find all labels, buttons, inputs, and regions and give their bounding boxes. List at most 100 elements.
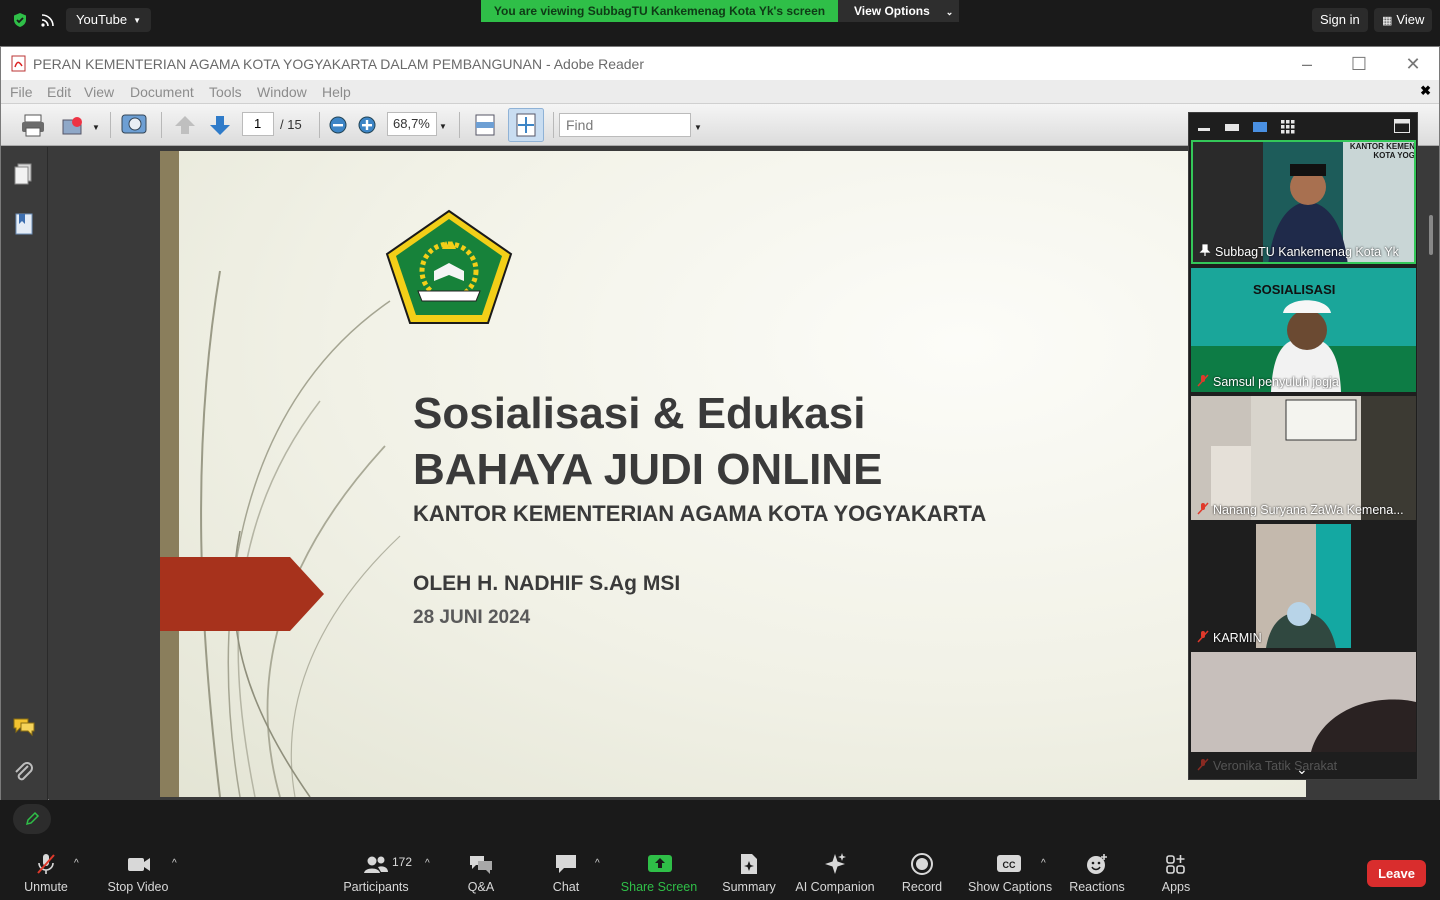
vertical-scrollbar[interactable] — [1425, 147, 1439, 800]
participant-tile[interactable]: Veronika Tatik Sarakat — [1191, 652, 1416, 776]
menu-window[interactable]: Window — [257, 84, 307, 100]
show-captions-button[interactable]: CC Show Captions — [968, 850, 1053, 894]
pdf-file-icon — [11, 55, 26, 72]
stop-video-button[interactable]: Stop Video — [104, 850, 172, 894]
print-icon[interactable] — [19, 112, 47, 138]
chat-caret-icon[interactable]: ^ — [595, 858, 600, 869]
popout-icon[interactable] — [1394, 119, 1410, 133]
comments-icon[interactable] — [12, 714, 36, 738]
zoom-in-icon[interactable] — [357, 112, 377, 138]
previous-page-icon[interactable] — [171, 112, 199, 138]
collaborate-icon[interactable] — [119, 112, 151, 138]
zoom-out-icon[interactable] — [328, 112, 348, 138]
record-button[interactable]: Record — [898, 850, 946, 894]
minimize-button[interactable]: – — [1292, 52, 1322, 76]
chevron-down-icon: ⌄ — [945, 7, 954, 17]
attachment-paperclip-icon[interactable] — [12, 760, 36, 784]
next-page-icon[interactable] — [206, 112, 234, 138]
closed-captions-icon: CC — [997, 855, 1021, 872]
share-send-icon[interactable] — [61, 112, 87, 138]
window-titlebar: PERAN KEMENTERIAN AGAMA KOTA YOGYAKARTA … — [1, 47, 1439, 80]
apps-grid-icon — [1166, 855, 1185, 874]
menu-edit[interactable]: Edit — [47, 84, 71, 100]
apps-button[interactable]: Apps — [1156, 850, 1196, 894]
bookmarks-panel-icon[interactable] — [12, 212, 36, 236]
unmute-button[interactable]: Unmute — [16, 850, 76, 894]
minimize-strip-icon[interactable] — [1198, 128, 1210, 131]
caret-down-icon[interactable]: ▼ — [92, 123, 100, 132]
chat-button[interactable]: Chat — [543, 850, 589, 894]
share-screen-button[interactable]: Share Screen — [620, 850, 698, 894]
menu-tools[interactable]: Tools — [209, 84, 242, 100]
page-total: / 15 — [280, 117, 302, 132]
svg-text:CC: CC — [1003, 860, 1016, 870]
participant-video-strip: KANTOR KEMEN KOTA YOG SubbagTU Kankemena… — [1188, 112, 1418, 780]
view-options-button[interactable]: View Options ⌄ — [838, 0, 959, 22]
reactions-button[interactable]: Reactions — [1068, 850, 1126, 894]
menu-help[interactable]: Help — [322, 84, 351, 100]
toolbar-divider — [459, 112, 460, 138]
slide-author: OLEH H. NADHIF S.Ag MSI — [413, 572, 681, 595]
close-window-button[interactable]: ✕ — [1398, 52, 1428, 76]
slide-title-line1: Sosialisasi & Edukasi — [413, 389, 866, 438]
participants-caret-icon[interactable]: ^ — [425, 858, 430, 869]
participant-tile[interactable]: KARMIN — [1191, 524, 1416, 648]
show-captions-label: Show Captions — [968, 880, 1053, 894]
zoom-level-input[interactable]: 68,7% — [387, 112, 437, 136]
participant-video — [1191, 652, 1416, 776]
zoom-dropdown-icon[interactable]: ▼ — [439, 122, 447, 131]
tile-overlay-title: SOSIALISASI — [1253, 282, 1336, 297]
audio-options-caret-icon[interactable]: ^ — [74, 858, 79, 869]
view-button[interactable]: ▦ View — [1374, 8, 1433, 32]
captions-caret-icon[interactable]: ^ — [1041, 858, 1046, 869]
share-screen-label: Share Screen — [620, 880, 698, 894]
qa-button[interactable]: Q&A — [458, 850, 504, 894]
annotate-button[interactable] — [13, 804, 51, 834]
sign-in-button[interactable]: Sign in — [1312, 8, 1368, 32]
find-input[interactable]: Find — [559, 113, 691, 137]
shield-check-icon[interactable] — [12, 12, 28, 28]
navigation-rail — [1, 147, 48, 800]
participant-tile[interactable]: SOSIALISASI Samsul penyuluh jogja — [1191, 268, 1416, 392]
zoom-control-bar: Unmute ^ Stop Video ^ Participants 172 ^… — [0, 800, 1440, 900]
ai-sparkle-icon — [825, 853, 846, 874]
menu-view[interactable]: View — [84, 84, 114, 100]
leave-button[interactable]: Leave — [1367, 860, 1426, 887]
signal-icon[interactable] — [40, 12, 56, 28]
fit-width-icon[interactable] — [471, 112, 499, 138]
summary-button[interactable]: Summary — [718, 850, 780, 894]
muted-mic-icon — [37, 854, 55, 874]
speaker-view-icon[interactable] — [1253, 122, 1267, 132]
participant-name: Samsul penyuluh jogja — [1213, 375, 1339, 389]
tile-banner-text: KANTOR KEMEN KOTA YOG — [1349, 142, 1415, 160]
unmute-label: Unmute — [24, 880, 68, 894]
qa-chat-bubbles-icon — [470, 856, 492, 874]
pages-panel-icon[interactable] — [12, 162, 36, 186]
toolbar-divider — [553, 112, 554, 138]
participant-tile[interactable]: KANTOR KEMEN KOTA YOG SubbagTU Kankemena… — [1191, 140, 1416, 264]
maximize-button[interactable]: ☐ — [1344, 52, 1374, 76]
menu-document[interactable]: Document — [130, 84, 194, 100]
page-number-input[interactable]: 1 — [242, 112, 274, 136]
fit-page-icon[interactable] — [508, 108, 544, 142]
summary-label: Summary — [722, 880, 776, 894]
slide-subtitle: KANTOR KEMENTERIAN AGAMA KOTA YOGYAKARTA — [413, 501, 987, 526]
video-options-caret-icon[interactable]: ^ — [172, 858, 177, 869]
gallery-view-icon[interactable] — [1281, 120, 1295, 134]
chat-label: Chat — [552, 880, 580, 894]
app-tab-dropdown[interactable]: YouTube ▼ — [66, 8, 152, 32]
presentation-slide: Sosialisasi & Edukasi BAHAYA JUDI ONLINE… — [160, 151, 1306, 797]
hide-video-icon[interactable] — [1225, 124, 1239, 131]
grid-icon: ▦ — [1382, 15, 1393, 27]
menu-file[interactable]: File — [10, 84, 33, 100]
scrollbar-thumb[interactable] — [1429, 215, 1433, 255]
participant-tile[interactable]: Nanang Suryana ZaWa Kemena... — [1191, 396, 1416, 520]
close-document-icon[interactable]: ✖ — [1420, 83, 1431, 99]
window-title: PERAN KEMENTERIAN AGAMA KOTA YOGYAKARTA … — [33, 56, 645, 72]
slide-title-line2: BAHAYA JUDI ONLINE — [413, 445, 883, 494]
scroll-down-chevron-icon[interactable]: ⌄ — [1296, 761, 1308, 778]
caret-down-icon: ▼ — [133, 15, 142, 25]
find-dropdown-icon[interactable]: ▼ — [694, 123, 702, 132]
chat-bubble-icon — [556, 855, 576, 873]
ai-companion-button[interactable]: AI Companion — [794, 850, 876, 894]
